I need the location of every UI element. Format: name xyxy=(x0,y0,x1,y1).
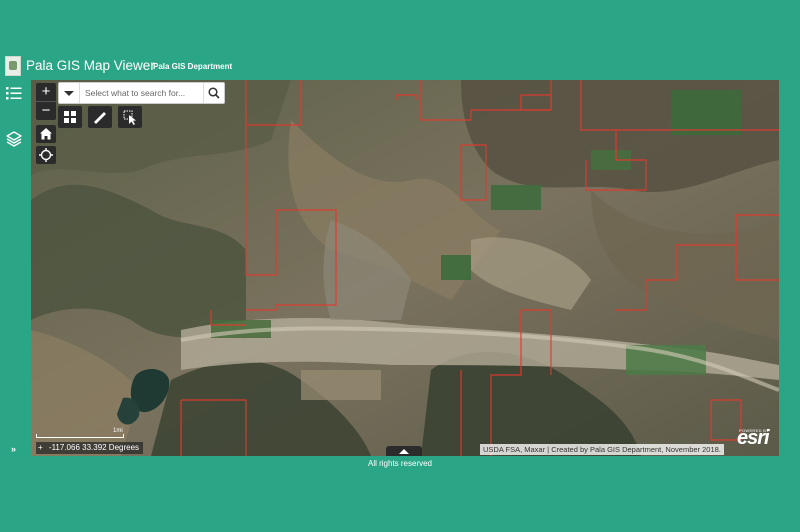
map-attribution: USDA FSA, Maxar | Created by Pala GIS De… xyxy=(480,444,724,455)
zoom-in-button[interactable]: + xyxy=(36,83,56,101)
map-view[interactable]: + − Select what to search for... 1mi + -… xyxy=(31,80,779,456)
search-button[interactable] xyxy=(203,83,224,103)
zoom-out-button[interactable]: − xyxy=(36,101,56,120)
measure-icon xyxy=(94,112,106,124)
app-title: Pala GIS Map Viewer xyxy=(26,58,155,73)
legend-list-icon[interactable] xyxy=(5,84,23,102)
scale-label: 1mi xyxy=(113,428,123,434)
search-box xyxy=(58,82,225,104)
basemap-gallery-button[interactable] xyxy=(58,106,82,128)
locate-icon xyxy=(39,148,53,162)
zoom-control: + − xyxy=(36,83,56,120)
scale-bar xyxy=(36,430,124,440)
attribute-table-toggle[interactable] xyxy=(386,446,422,456)
basemap-gallery-icon xyxy=(64,111,76,123)
expand-chevrons-icon[interactable]: » xyxy=(11,444,16,454)
measure-button[interactable] xyxy=(88,106,112,128)
satellite-imagery[interactable] xyxy=(31,80,779,456)
coordinate-readout: + -117.066 33.392 Degrees xyxy=(36,442,144,454)
app-logo xyxy=(5,56,21,76)
coordinate-toggle-button[interactable]: + xyxy=(38,443,43,452)
home-icon xyxy=(40,128,52,140)
search-source-dropdown[interactable] xyxy=(59,83,80,103)
search-icon xyxy=(208,87,220,99)
esri-logo: esri xyxy=(737,427,770,449)
layers-icon[interactable] xyxy=(5,130,23,148)
select-icon xyxy=(123,110,136,125)
coordinate-value: -117.066 33.392 Degrees xyxy=(48,443,140,452)
home-button[interactable] xyxy=(36,125,56,143)
department-subtitle: Pala GIS Department xyxy=(153,62,233,71)
footer-text: All rights reserved xyxy=(367,459,433,468)
search-input[interactable] xyxy=(81,83,209,103)
select-button[interactable] xyxy=(118,106,142,128)
app-header: Pala GIS Map Viewer Pala GIS Department xyxy=(0,54,800,78)
locate-button[interactable] xyxy=(36,146,56,164)
